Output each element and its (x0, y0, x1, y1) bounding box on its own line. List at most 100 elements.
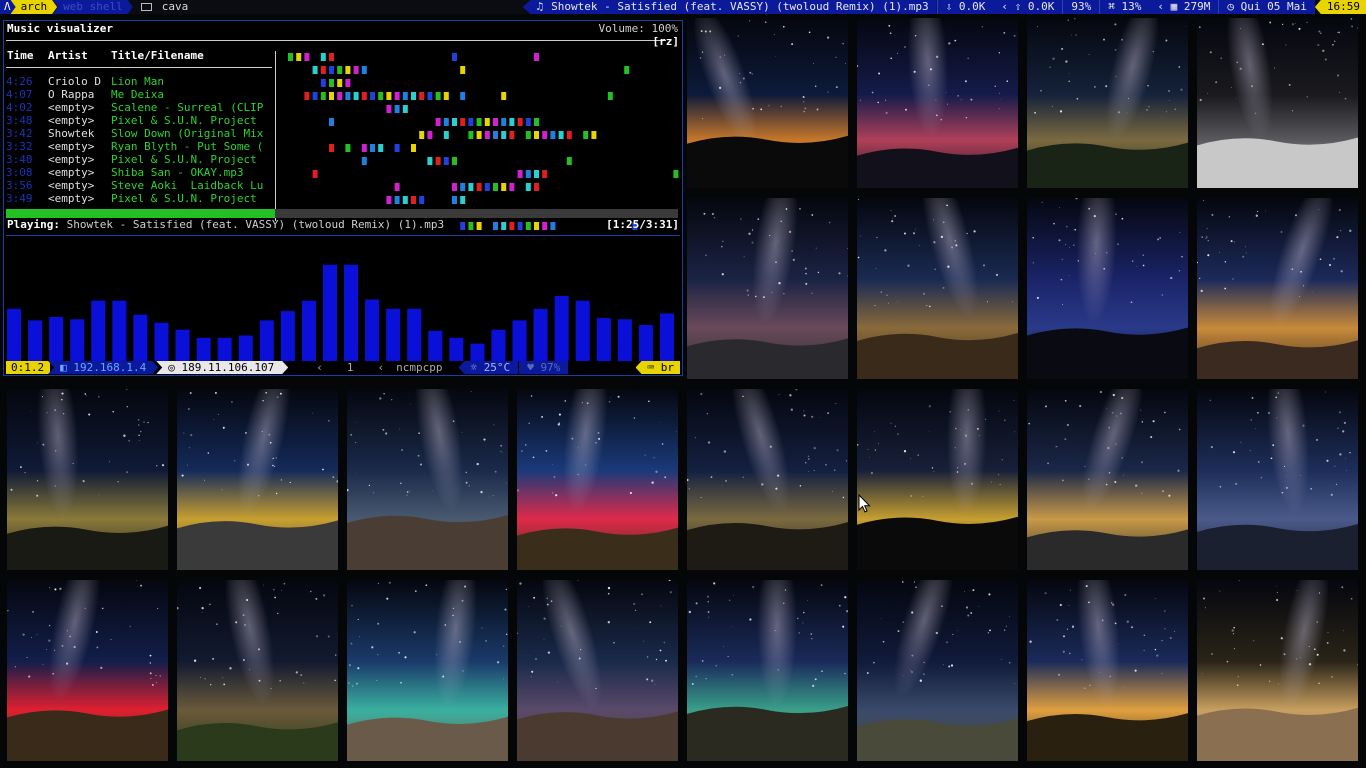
tile-laser-person[interactable] (687, 389, 848, 570)
tile-rock-arch-night[interactable] (1197, 18, 1358, 188)
playlist-row[interactable]: 4:02 <empty> Scalene - Surreal (CLIP (6, 101, 274, 114)
visualizer-cell (427, 157, 433, 165)
playlist-title: Lion Man (111, 75, 164, 88)
tile-bristlecone-pine[interactable] (347, 580, 508, 761)
spectrum-bar (512, 320, 527, 361)
playlist-row[interactable]: 3:56 <empty> Steve Aoki Laidback Lu (6, 179, 274, 192)
playlist-artist: Criolo D (48, 75, 101, 88)
visualizer-cell (460, 118, 466, 126)
tile-yosemite-aurora[interactable] (687, 580, 848, 761)
visualizer-cell (402, 92, 408, 100)
pane-divider (275, 51, 276, 221)
visualizer-cell (411, 196, 416, 204)
tile-star-trails-dome[interactable] (517, 389, 678, 570)
visualizer-cell (320, 92, 326, 100)
elapsed-time: [1:25/3:31] (606, 218, 679, 231)
visualizer-cell (361, 144, 367, 152)
tile-starry-horses[interactable] (1027, 198, 1188, 379)
spectrum-bar (280, 311, 295, 361)
playlist-row[interactable]: 3:42 Showtek Slow Down (Original Mix (6, 127, 274, 140)
visualizer-cell (476, 118, 482, 126)
visualizer-cell (329, 66, 334, 74)
tile-twisted-tree[interactable] (517, 580, 678, 761)
tile-boardwalk-lake[interactable] (687, 198, 848, 379)
visualizer-cell (402, 105, 408, 113)
visualizer-cell (443, 92, 449, 100)
visualizer-cell (509, 131, 515, 139)
tile-milky-way-horizon[interactable] (857, 389, 1018, 570)
visualizer-cell (452, 157, 457, 165)
terminal-window[interactable]: Music visualizer Volume: 100% [rz] Time … (3, 20, 683, 376)
tile-lake-dock[interactable] (1197, 389, 1358, 570)
tile-mountain-shrubs[interactable] (177, 580, 338, 761)
playlist-row[interactable]: 3:32 <empty> Ryan Blyth - Put Some ( (6, 140, 274, 153)
tile-valley-lights[interactable] (177, 389, 338, 570)
tile-abandoned-station[interactable] (1027, 389, 1188, 570)
spectrum-bar (365, 299, 380, 361)
playlist-artist: <empty> (48, 140, 95, 153)
playlist-time: 4:07 (6, 88, 33, 101)
visualizer-cell (460, 183, 466, 191)
date-value: Qui 05 Mai (1240, 0, 1307, 13)
playlist-row[interactable]: 3:49 <empty> Pixel & S.U.N. Project (6, 192, 274, 205)
tile-ibex-silhouettes[interactable] (687, 18, 848, 188)
visualizer-cell (312, 170, 318, 178)
window-program[interactable]: ncmpcpp (390, 361, 448, 374)
playlist-row[interactable]: 4:26 Criolo D Lion Man (6, 75, 274, 88)
visualizer-cell (525, 131, 531, 139)
spectrum-bar (322, 264, 337, 361)
column-header-artist[interactable]: Artist (48, 49, 88, 62)
spectrum-bar (7, 308, 22, 361)
tile-rock-spire[interactable] (857, 198, 1018, 379)
tile-desert-shadow[interactable] (1197, 580, 1358, 761)
chevron-left-icon: ‹ (316, 361, 323, 374)
visualizer-cell (386, 105, 392, 113)
session-version: 0:1.2 (6, 361, 51, 374)
visualizer-cell (361, 92, 367, 100)
keyboard-layout-segment[interactable]: ⌨ br (635, 361, 680, 374)
visualizer-cell (542, 170, 548, 178)
playlist-artist: Showtek (48, 127, 95, 140)
spectrum-bar (659, 313, 674, 361)
window-index[interactable]: 1 (329, 361, 372, 374)
volume-indicator: Volume: 100% (598, 22, 678, 35)
visualizer-cell (501, 118, 507, 126)
visualizer-cell (312, 66, 318, 74)
playlist-row[interactable]: 4:07 O Rappa Me Deixa (6, 88, 274, 101)
playlist-time: 3:49 (6, 192, 33, 205)
progress-bar[interactable] (6, 209, 678, 218)
memory-icon: ▦ (1170, 0, 1184, 13)
tile-wind-turbines[interactable] (7, 580, 168, 761)
clock-widget[interactable]: 16:59 (1314, 0, 1366, 14)
workspace-arch[interactable]: arch (11, 0, 58, 14)
workspace-web-shell[interactable]: web shell (53, 0, 133, 14)
lan-ip: 192.168.1.4 (73, 361, 147, 374)
playlist-row[interactable]: 3:40 <empty> Pixel & S.U.N. Project (6, 153, 274, 166)
date-widget[interactable]: ◷ Qui 05 Mai (1218, 0, 1315, 14)
visualizer-cell (517, 118, 523, 126)
tile-milky-way-arch-hills[interactable] (1027, 18, 1188, 188)
tile-observatory-dome[interactable] (7, 389, 168, 570)
visualizer-cell (378, 92, 384, 100)
tile-dinosaur-statue[interactable] (857, 580, 1018, 761)
tile-light-painting-scorpion[interactable] (857, 18, 1018, 188)
column-header-title[interactable]: Title/Filename (111, 49, 204, 62)
visualizer-title: Music visualizer (7, 22, 113, 35)
playlist-row[interactable]: 3:48 <empty> Pixel & S.U.N. Project (6, 114, 274, 127)
now-playing-widget[interactable]: ♫ Showtek - Satisfied (feat. VASSY) (twol… (522, 0, 937, 14)
spectrum-bar (238, 335, 253, 361)
tile-desert-road-arch[interactable] (1197, 198, 1358, 379)
spectrum-bar (175, 329, 190, 361)
visualizer-cell (312, 92, 318, 100)
playlist-time: 4:02 (6, 101, 33, 114)
playlist-row[interactable]: 3:08 <empty> Shiba San - OKAY.mp3 (6, 166, 274, 179)
visualizer-cell (337, 79, 343, 87)
visualizer-cell (525, 118, 531, 126)
workspace-cava[interactable]: cava (133, 0, 197, 14)
tile-wooden-ruins[interactable] (1027, 580, 1188, 761)
column-header-time[interactable]: Time (7, 49, 34, 62)
progress-fill (6, 209, 275, 218)
tile-dirt-road-sky[interactable] (347, 389, 508, 570)
visualizer-cell (443, 118, 449, 126)
visualizer-cell (296, 53, 302, 61)
